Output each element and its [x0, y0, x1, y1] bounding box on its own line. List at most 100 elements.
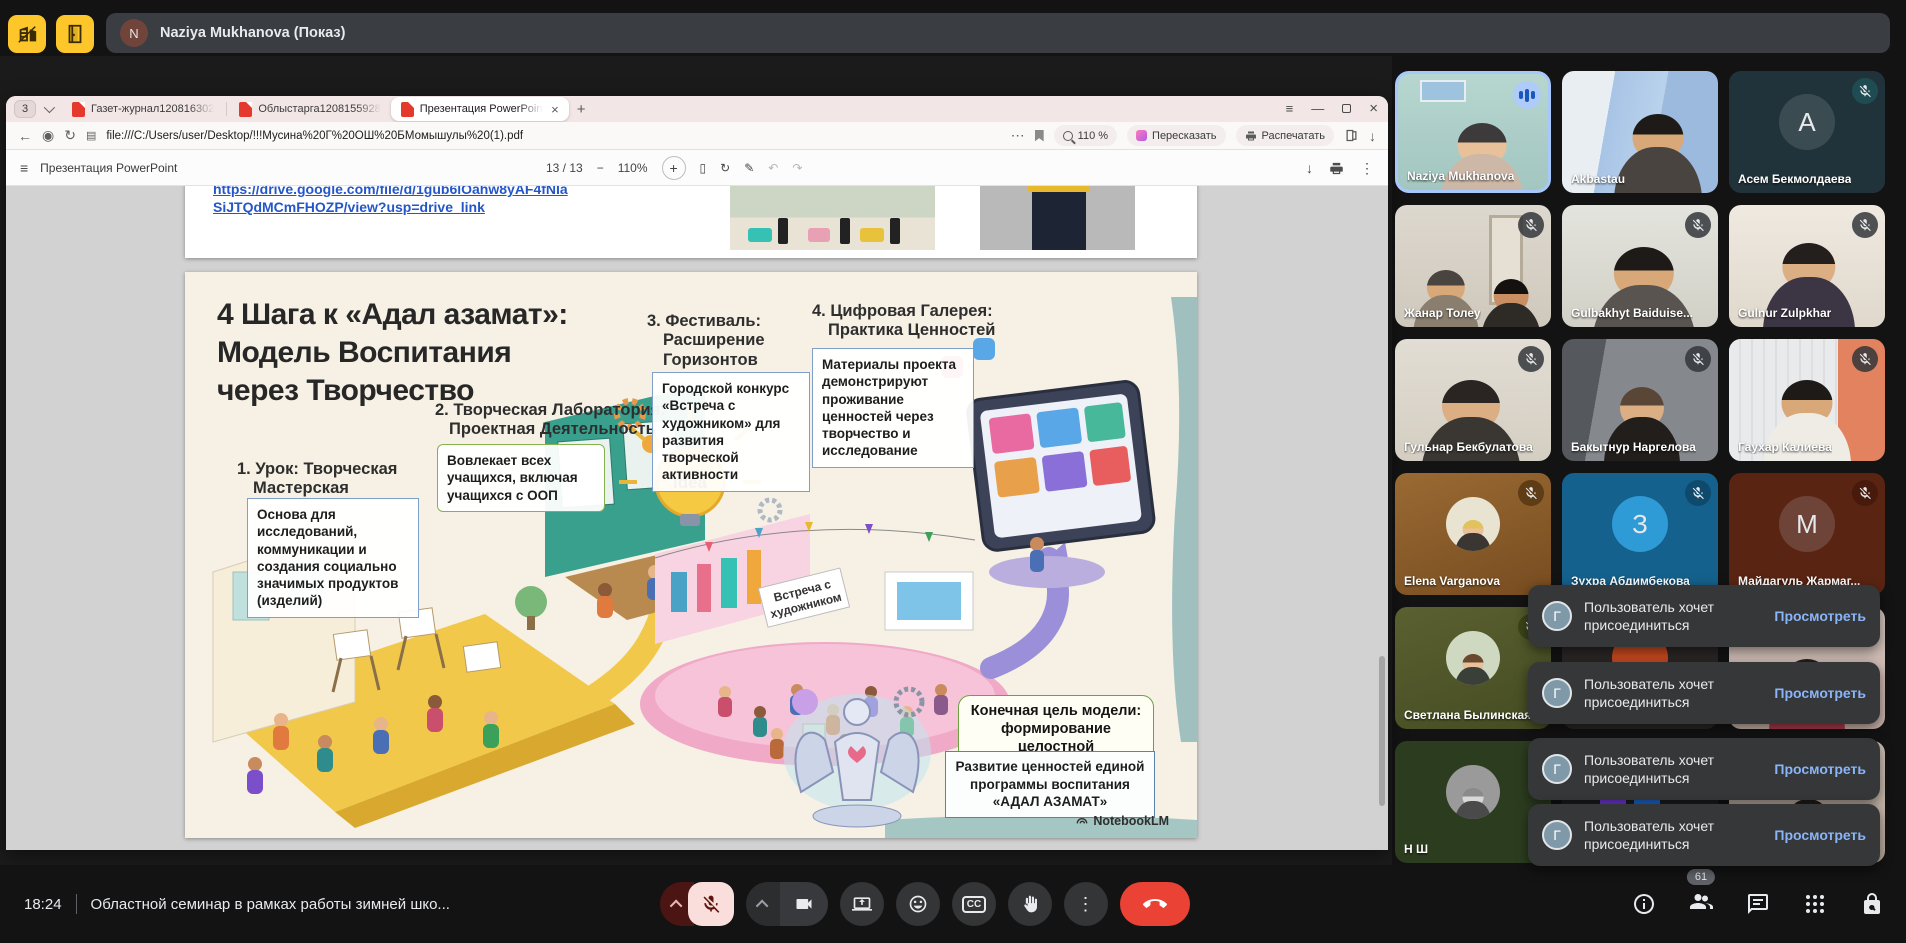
- participant-name: Бакытнур Наргелова: [1571, 440, 1696, 454]
- host-controls-lock-icon[interactable]: [1860, 892, 1884, 916]
- camera-icon: [794, 894, 814, 914]
- chevron-up-icon: [755, 899, 768, 912]
- new-tab-button[interactable]: +: [577, 101, 586, 118]
- back-icon[interactable]: ←: [18, 128, 32, 144]
- people-panel-button[interactable]: 61: [1689, 890, 1713, 919]
- participant-tile[interactable]: З Зухра Абдимбекова: [1562, 473, 1718, 595]
- ai-sparkle-icon: [1136, 130, 1147, 141]
- review-button[interactable]: Просмотреть: [1774, 685, 1866, 701]
- gallery-person-head: [1030, 537, 1044, 551]
- pdf-page-13-slide: idea: [185, 272, 1197, 838]
- raise-hand-button[interactable]: [1008, 882, 1052, 926]
- redo-icon[interactable]: ↷: [792, 161, 802, 175]
- browser-tab-strip: 3 Газет-журнал120816302 Облыстарга120815…: [6, 96, 1388, 122]
- pdf-download-icon[interactable]: ↓: [1306, 160, 1313, 176]
- undo-icon[interactable]: ↶: [768, 161, 778, 175]
- gear-icon: [760, 500, 780, 520]
- camera-control[interactable]: [746, 882, 828, 926]
- taskbar-app-icon-sheets[interactable]: [8, 15, 46, 53]
- mic-muted-icon: [1852, 212, 1878, 238]
- pdf-zoom-value[interactable]: 110%: [618, 161, 648, 175]
- present-button[interactable]: [840, 882, 884, 926]
- review-button[interactable]: Просмотреть: [1774, 761, 1866, 777]
- zoom-control[interactable]: 110 %: [1054, 125, 1117, 146]
- more-options-button[interactable]: ⋮: [1064, 882, 1108, 926]
- clock: 18:24: [24, 896, 62, 913]
- participant-tile[interactable]: A Асем Бекмолдаева: [1729, 71, 1885, 193]
- participant-name: Гаухар Калиева: [1738, 440, 1832, 454]
- zoom-in-button[interactable]: +: [662, 156, 686, 180]
- camera-options-button[interactable]: [746, 882, 780, 926]
- chevron-down-icon[interactable]: [44, 102, 55, 113]
- participant-tile[interactable]: Akbastau: [1562, 71, 1718, 193]
- zoom-out-button[interactable]: −: [597, 161, 604, 175]
- activities-grid-icon[interactable]: [1803, 892, 1827, 916]
- presenting-banner: N Naziya Mukhanova (Показ): [106, 13, 1890, 53]
- info-icon[interactable]: [1632, 892, 1656, 916]
- profile-icon[interactable]: ◉: [42, 127, 54, 144]
- participant-name: Гульнар Бекбулатова: [1404, 440, 1533, 454]
- participant-name: Naziya Mukhanova: [1407, 169, 1514, 183]
- meeting-info: 18:24 Областной семинар в рамках работы …: [24, 865, 450, 943]
- mic-mute-button[interactable]: [688, 882, 734, 926]
- refresh-icon[interactable]: ↻: [64, 127, 76, 144]
- browser-tab-2[interactable]: Облыстарга1208155928: [229, 98, 390, 120]
- taskbar-app-icon-door[interactable]: [56, 15, 94, 53]
- tab-title: Презентация PowerPoint: [420, 103, 543, 115]
- download-icon[interactable]: ↓: [1369, 128, 1376, 144]
- retell-button[interactable]: Пересказать: [1127, 125, 1226, 146]
- fit-page-icon[interactable]: ▯: [700, 161, 707, 175]
- meeting-title: Областной семинар в рамках работы зимней…: [91, 896, 450, 913]
- page-indicator[interactable]: 13 / 13: [546, 161, 583, 175]
- participant-tile[interactable]: Гаухар Калиева: [1729, 339, 1885, 461]
- participant-tile[interactable]: Naziya Mukhanova: [1395, 71, 1551, 193]
- review-button[interactable]: Просмотреть: [1774, 608, 1866, 624]
- presenter-avatar: N: [120, 19, 148, 47]
- call-end-icon: [1143, 892, 1167, 916]
- rotate-icon[interactable]: ↻: [720, 161, 730, 175]
- participant-count-badge: 61: [1687, 869, 1715, 885]
- tab-counter[interactable]: 3: [14, 100, 36, 118]
- end-call-button[interactable]: [1120, 882, 1190, 926]
- window-controls: ≡ — ×: [1286, 100, 1378, 117]
- url-field[interactable]: file:///C:/Users/user/Desktop/!!!Мусина%…: [106, 130, 1000, 142]
- pdf-scrollbar[interactable]: [1379, 656, 1385, 806]
- browser-menu-icon[interactable]: ≡: [1286, 101, 1294, 116]
- participant-tile[interactable]: Gulnur Zulpkhar: [1729, 205, 1885, 327]
- minimize-button[interactable]: —: [1311, 101, 1324, 116]
- camera-button[interactable]: [780, 882, 828, 926]
- chat-icon[interactable]: [1746, 892, 1770, 916]
- reactions-button[interactable]: [896, 882, 940, 926]
- participant-tile[interactable]: М Майдагуль Жармаг...: [1729, 473, 1885, 595]
- captions-button[interactable]: CC: [952, 882, 996, 926]
- close-tab-icon[interactable]: ×: [551, 102, 559, 117]
- gallery-person-body: [1030, 550, 1044, 572]
- more-icon[interactable]: ⋯: [1011, 127, 1025, 144]
- review-button[interactable]: Просмотреть: [1774, 827, 1866, 843]
- browser-tab-1[interactable]: Газет-журнал120816302: [62, 98, 224, 120]
- drive-link[interactable]: https://drive.google.com/file/d/1gub6lOa…: [213, 186, 568, 216]
- step3-heading: 3. Фестиваль: Расширение Горизонтов: [647, 312, 765, 370]
- tab-divider: [226, 102, 227, 116]
- print-button[interactable]: Распечатать: [1236, 125, 1334, 146]
- captions-icon: CC: [962, 896, 986, 913]
- browser-tab-active[interactable]: Презентация PowerPoint ×: [391, 97, 569, 121]
- pdf-document-area[interactable]: https://drive.google.com/file/d/1gub6lOa…: [6, 186, 1388, 850]
- close-button[interactable]: ×: [1369, 100, 1378, 117]
- restore-button[interactable]: [1342, 104, 1351, 113]
- annotate-pen-icon[interactable]: ✎: [744, 161, 754, 175]
- pdf-print-icon[interactable]: [1329, 161, 1344, 176]
- pdf-menu-icon[interactable]: ≡: [20, 160, 28, 176]
- toast-avatar: Г: [1542, 678, 1572, 708]
- participant-name: Elena Varganova: [1404, 574, 1500, 588]
- participant-tile[interactable]: Жанар Толеу: [1395, 205, 1551, 327]
- pdf-overflow-icon[interactable]: ⋮: [1360, 160, 1374, 177]
- participant-tile[interactable]: Gulbakhyt Baiduise...: [1562, 205, 1718, 327]
- collections-icon[interactable]: [1344, 128, 1359, 143]
- meeting-side-controls: 61: [1632, 865, 1884, 943]
- participant-tile[interactable]: Бакытнур Наргелова: [1562, 339, 1718, 461]
- participant-tile[interactable]: Гульнар Бекбулатова: [1395, 339, 1551, 461]
- mic-control[interactable]: [660, 882, 734, 926]
- participant-tile[interactable]: Elena Varganova: [1395, 473, 1551, 595]
- bookmark-icon[interactable]: [1035, 130, 1044, 142]
